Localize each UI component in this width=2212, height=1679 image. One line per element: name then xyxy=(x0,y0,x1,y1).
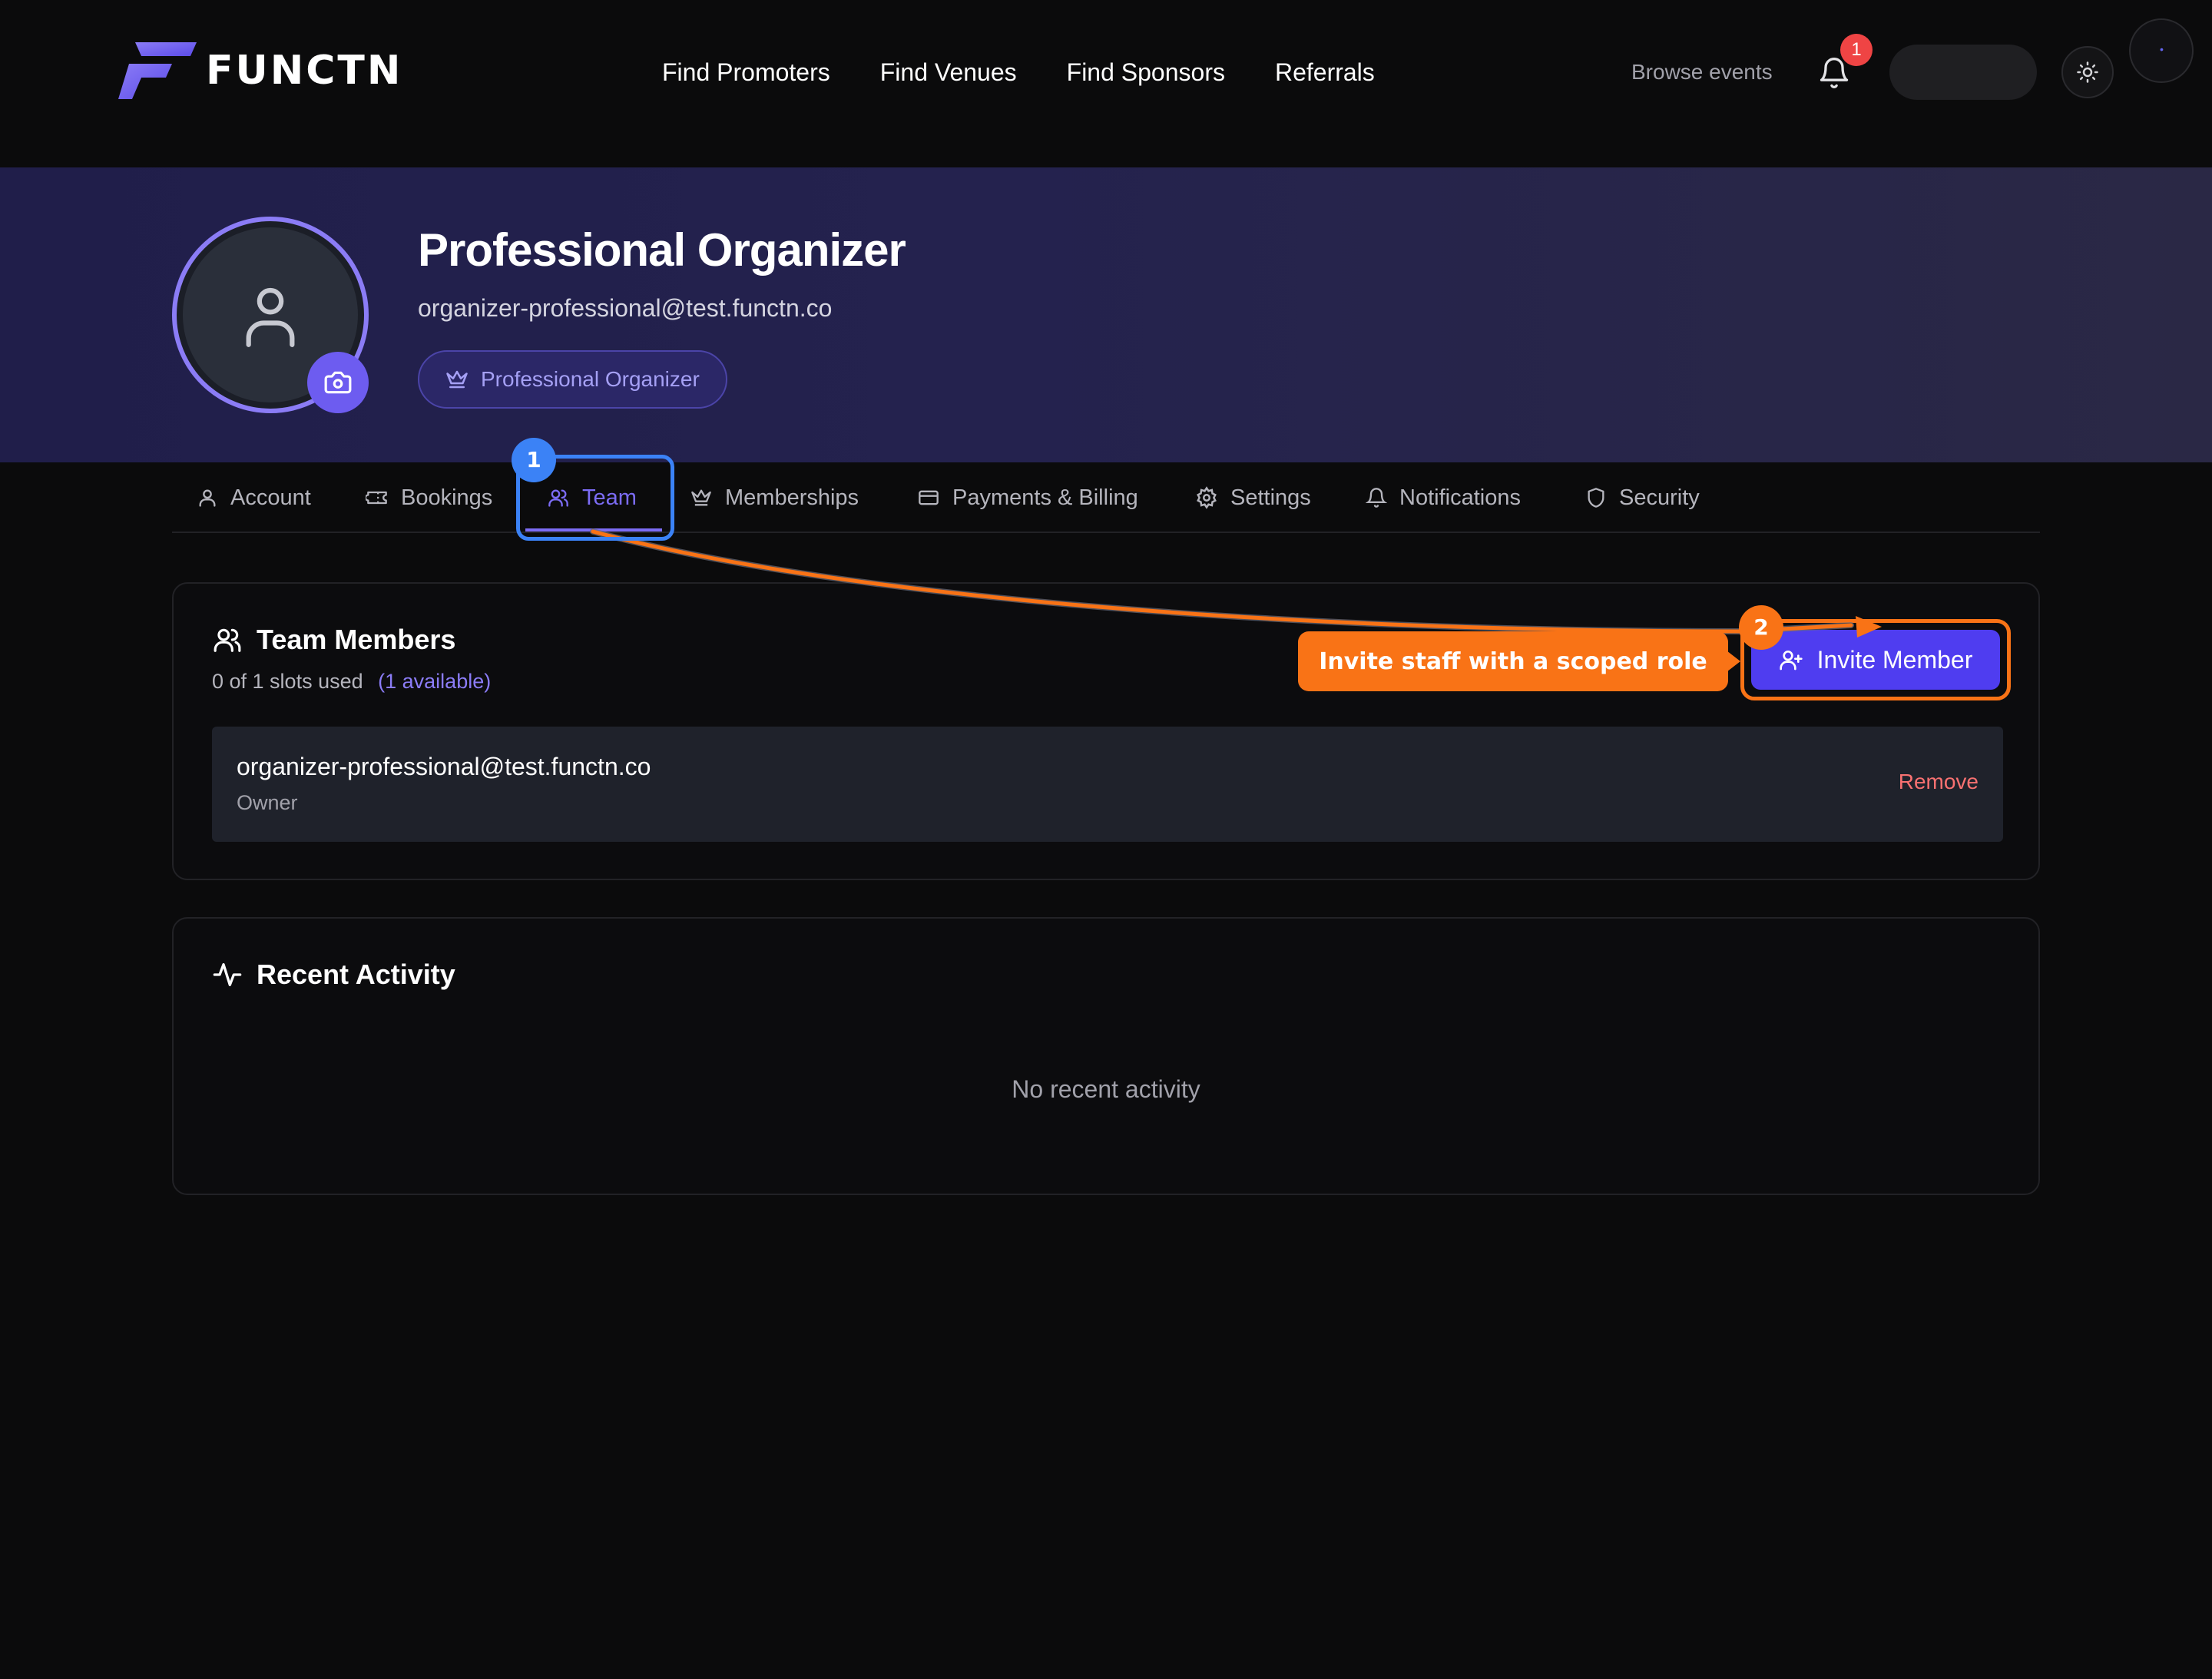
user-icon xyxy=(199,489,216,507)
tab-label: Memberships xyxy=(725,485,859,510)
settings-tabs: Account Bookings Team Memberships Paymen… xyxy=(172,462,2040,533)
profile-email: organizer-professional@test.functn.co xyxy=(418,294,833,322)
tab-label: Payments & Billing xyxy=(952,485,1138,510)
tab-account[interactable]: Account xyxy=(197,462,311,533)
user-placeholder-icon xyxy=(246,287,295,347)
member-email: organizer-professional@test.functn.co xyxy=(237,753,651,780)
camera-icon xyxy=(324,371,352,394)
invite-member-button[interactable]: Invite Member xyxy=(1751,630,2000,690)
change-photo-button[interactable] xyxy=(307,352,369,413)
recent-activity-card: Recent Activity No recent activity xyxy=(172,917,2040,1195)
nav-find-venues[interactable]: Find Venues xyxy=(880,54,1017,91)
role-badge-label: Professional Organizer xyxy=(481,367,700,391)
users-icon xyxy=(214,628,241,652)
tab-label: Bookings xyxy=(401,485,493,510)
slots-usage: 0 of 1 slots used (1 available) xyxy=(212,670,491,694)
tab-label: Settings xyxy=(1230,485,1311,510)
tab-memberships[interactable]: Memberships xyxy=(690,462,859,533)
tab-notifications[interactable]: Notifications xyxy=(1366,462,1521,533)
crown-icon xyxy=(691,489,711,506)
slots-used-text: 0 of 1 slots used xyxy=(212,670,363,693)
step-1-badge: 1 xyxy=(512,438,556,482)
team-members-heading: Team Members xyxy=(212,624,455,656)
invite-member-label: Invite Member xyxy=(1816,645,1973,674)
gear-icon xyxy=(1197,486,1217,509)
tab-security[interactable]: Security xyxy=(1585,462,1700,533)
logo-text: FUNCTN xyxy=(206,48,403,94)
slots-available-text: (1 available) xyxy=(378,670,492,693)
credit-card-icon xyxy=(919,490,939,505)
recent-activity-heading: Recent Activity xyxy=(212,959,455,991)
role-badge: Professional Organizer xyxy=(418,350,727,409)
shield-icon xyxy=(1588,488,1604,508)
functn-logo[interactable]: FUNCTN xyxy=(118,42,402,99)
team-member-row: organizer-professional@test.functn.co Ow… xyxy=(212,727,2003,842)
tab-label: Account xyxy=(230,485,311,510)
theme-toggle-button[interactable] xyxy=(2061,46,2114,98)
top-header: FUNCTN Find Promoters Find Venues Find S… xyxy=(0,0,2212,167)
step-2-badge: 2 xyxy=(1739,605,1783,650)
team-members-title: Team Members xyxy=(257,624,456,655)
empty-activity-text: No recent activity xyxy=(1012,1075,1200,1103)
remove-member-button[interactable]: Remove xyxy=(1899,770,1979,794)
sun-icon xyxy=(2077,61,2098,83)
recent-activity-title: Recent Activity xyxy=(257,959,455,990)
tab-label: Notifications xyxy=(1399,485,1521,510)
tab-payments-billing[interactable]: Payments & Billing xyxy=(917,462,1138,533)
nav-find-sponsors[interactable]: Find Sponsors xyxy=(1067,54,1225,91)
nav-referrals[interactable]: Referrals xyxy=(1275,54,1375,91)
crown-icon xyxy=(446,370,468,389)
nav-find-promoters[interactable]: Find Promoters xyxy=(662,54,830,91)
activity-pulse-icon xyxy=(213,963,242,986)
browse-events-link[interactable]: Browse events xyxy=(1631,57,1773,88)
user-menu-pill[interactable] xyxy=(1889,45,2037,100)
profile-name: Professional Organizer xyxy=(418,224,906,276)
tab-settings[interactable]: Settings xyxy=(1195,462,1311,533)
account-avatar-button[interactable]: • xyxy=(2129,18,2194,83)
notification-badge: 1 xyxy=(1840,34,1873,66)
bell-icon xyxy=(1366,488,1387,508)
tab-label: Security xyxy=(1619,485,1700,510)
tab-bookings[interactable]: Bookings xyxy=(366,462,492,533)
main-nav: Find Promoters Find Venues Find Sponsors… xyxy=(662,54,1375,91)
ticket-icon xyxy=(366,491,387,505)
callout-pointer xyxy=(1724,648,1740,674)
invite-callout: Invite staff with a scoped role xyxy=(1298,631,1740,691)
member-role: Owner xyxy=(237,791,298,814)
user-plus-icon xyxy=(1779,651,1803,671)
callout-text: Invite staff with a scoped role xyxy=(1298,631,1728,691)
avatar-dot-icon: • xyxy=(2160,43,2164,55)
functn-logo-icon xyxy=(118,42,197,99)
